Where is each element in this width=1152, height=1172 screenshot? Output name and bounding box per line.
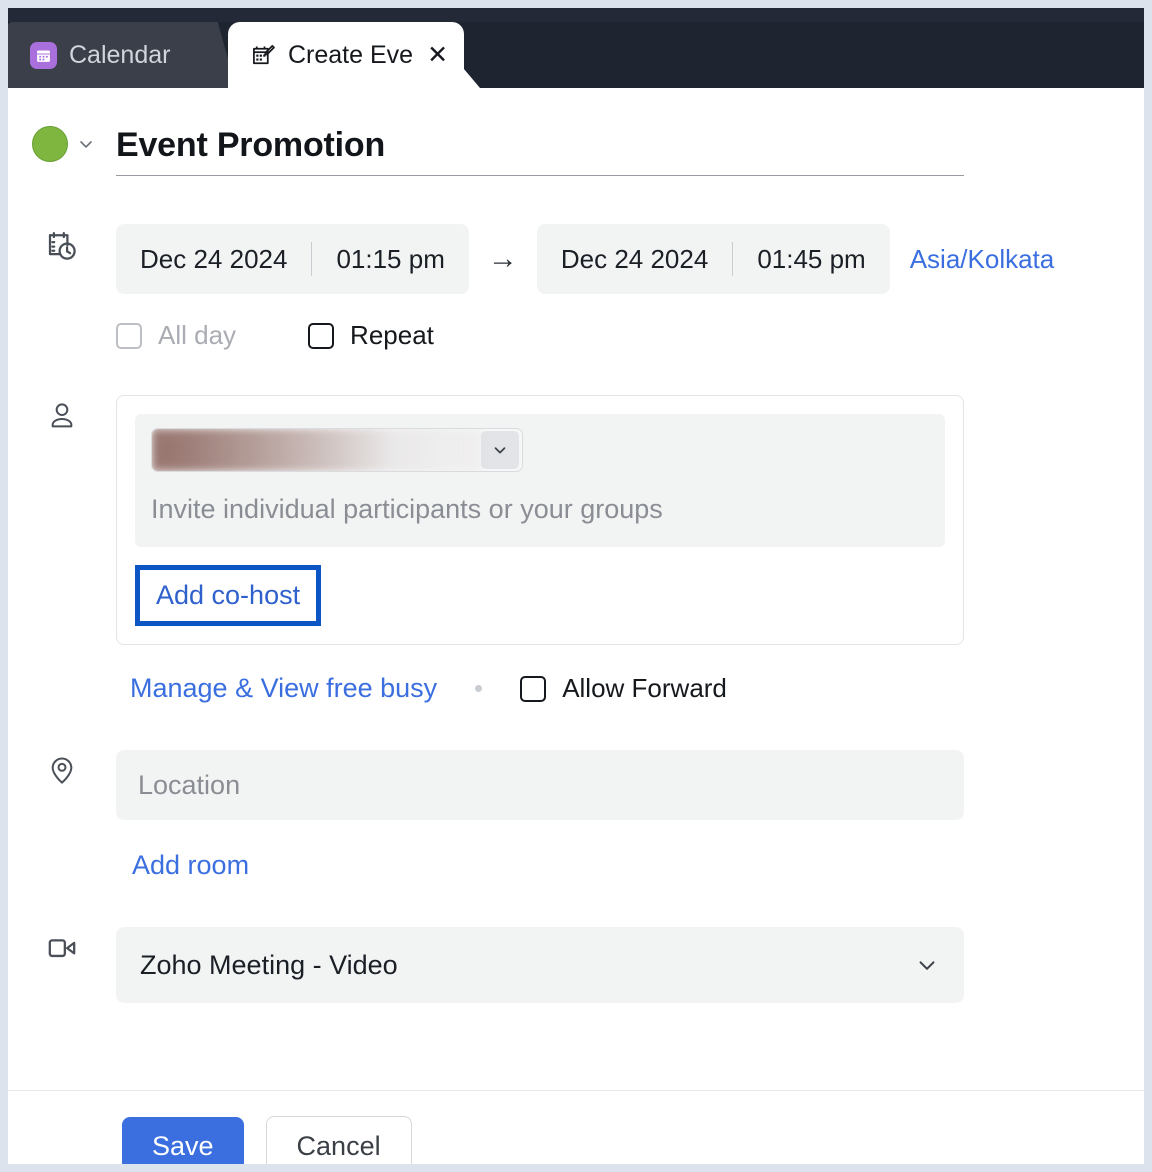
schedule-options-row: All day Repeat: [116, 320, 1144, 351]
dialog-footer: Save Cancel: [8, 1090, 1144, 1164]
app-window: Calendar Create Eve ✕ Event Promotion De…: [8, 8, 1144, 1164]
conference-selected-value: Zoho Meeting - Video: [140, 949, 398, 980]
repeat-label: Repeat: [350, 320, 434, 350]
start-date-value[interactable]: Dec 24 2024: [116, 244, 311, 275]
allow-forward-checkbox[interactable]: [520, 675, 547, 702]
tab-calendar-label: Calendar: [69, 40, 171, 69]
tab-create-event-label: Create Eve: [288, 40, 414, 69]
repeat-checkbox[interactable]: [308, 322, 335, 349]
location-row: Location Add room: [8, 750, 1144, 881]
separator-dot: [475, 685, 483, 692]
participants-placeholder[interactable]: Invite individual participants or your g…: [151, 494, 929, 525]
add-room-button[interactable]: Add room: [132, 850, 249, 881]
conference-row: Zoho Meeting - Video: [8, 927, 1144, 1003]
title-underline: [116, 175, 964, 176]
attendee-name-redacted: [152, 429, 481, 471]
start-datetime-field[interactable]: Dec 24 2024 01:15 pm: [116, 224, 469, 294]
event-color-swatch[interactable]: [32, 126, 68, 162]
location-placeholder: Location: [138, 769, 241, 800]
conference-select[interactable]: Zoho Meeting - Video: [116, 927, 964, 1003]
chevron-down-icon[interactable]: [481, 431, 519, 469]
save-button[interactable]: Save: [122, 1117, 244, 1164]
all-day-label: All day: [158, 320, 237, 350]
close-icon[interactable]: ✕: [427, 42, 448, 68]
video-camera-icon: [8, 927, 116, 965]
create-event-icon: [250, 42, 276, 68]
browser-tab-strip: Calendar Create Eve ✕: [8, 8, 1144, 88]
datetime-controls: Dec 24 2024 01:15 pm → Dec 24 2024 01:45…: [116, 224, 1144, 294]
manage-free-busy-link[interactable]: Manage & View free busy: [130, 673, 437, 704]
add-cohost-highlight: Add co-host: [135, 565, 322, 626]
participants-input-area[interactable]: Invite individual participants or your g…: [135, 414, 945, 547]
add-cohost-button[interactable]: Add co-host: [156, 580, 300, 610]
create-event-form: Event Promotion Dec 24 2024 01:15 pm → D…: [8, 126, 1144, 1090]
chevron-down-icon[interactable]: [914, 952, 940, 978]
start-time-value[interactable]: 01:15 pm: [312, 244, 468, 275]
calendar-icon: [30, 41, 57, 69]
chevron-down-icon[interactable]: [76, 134, 96, 154]
all-day-checkbox[interactable]: [116, 322, 142, 349]
page-title[interactable]: Event Promotion: [116, 126, 1144, 171]
end-date-value[interactable]: Dec 24 2024: [537, 244, 732, 275]
allow-forward-label: Allow Forward: [562, 673, 727, 703]
end-datetime-field[interactable]: Dec 24 2024 01:45 pm: [536, 224, 890, 294]
schedule-row: Dec 24 2024 01:15 pm → Dec 24 2024 01:45…: [8, 224, 1144, 351]
location-pin-icon: [8, 750, 116, 786]
free-busy-row: Manage & View free busy Allow Forward: [130, 673, 1144, 704]
tab-create-event[interactable]: Create Eve ✕: [228, 22, 465, 88]
tab-calendar[interactable]: Calendar: [8, 22, 236, 88]
person-icon: [8, 395, 116, 431]
range-arrow-icon: →: [487, 242, 518, 275]
location-input[interactable]: Location: [116, 750, 964, 820]
event-title-row: Event Promotion: [8, 126, 1144, 176]
end-time-value[interactable]: 01:45 pm: [733, 244, 889, 275]
calendar-clock-icon: [8, 224, 116, 264]
participants-row: Invite individual participants or your g…: [8, 395, 1144, 704]
attendee-chip[interactable]: [151, 428, 523, 472]
cancel-button[interactable]: Cancel: [265, 1116, 412, 1164]
participants-card: Invite individual participants or your g…: [116, 395, 964, 645]
timezone-link[interactable]: Asia/Kolkata: [910, 244, 1055, 275]
tab-strip-top-edge: [8, 8, 1144, 22]
event-color-picker[interactable]: [8, 126, 116, 162]
